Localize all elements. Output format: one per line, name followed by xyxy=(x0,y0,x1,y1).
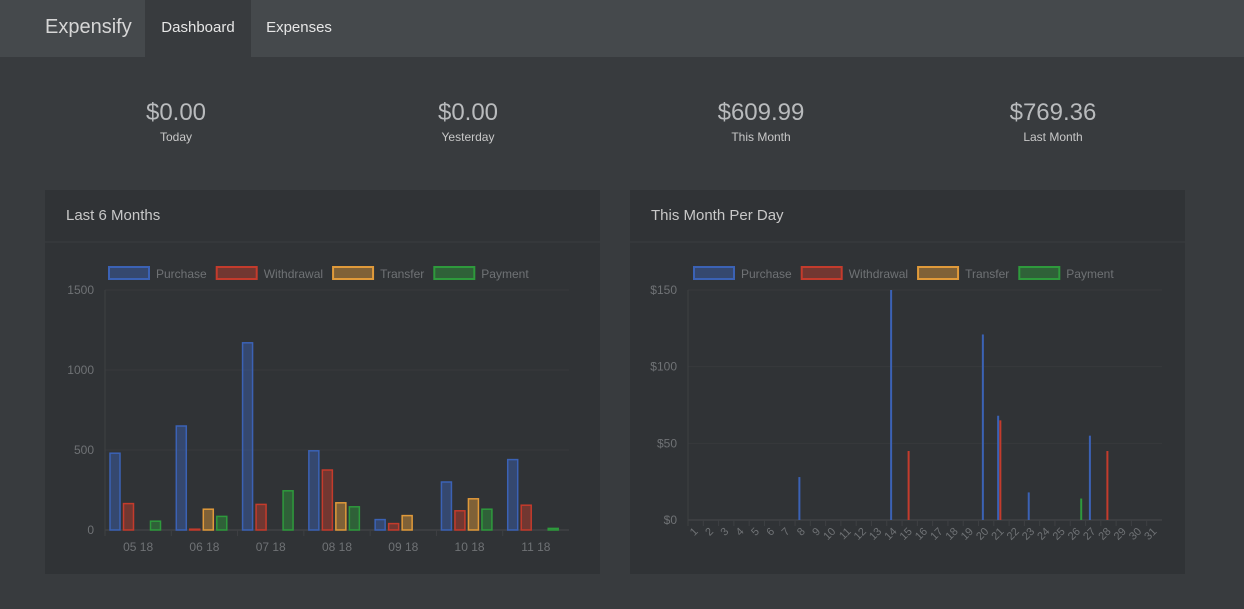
bar-withdrawal xyxy=(189,528,201,531)
bar-payment xyxy=(216,515,228,531)
panel-last-6-months: Last 6 Months Purchase Withdrawal Transfer… xyxy=(45,190,600,574)
bar-withdrawal xyxy=(122,502,135,531)
y-tick-label: $50 xyxy=(657,436,677,450)
legend-swatch-payment xyxy=(1018,266,1061,280)
stat-value: $0.00 xyxy=(145,99,207,126)
legend-swatch-payment xyxy=(433,266,476,280)
bar-purchase xyxy=(440,481,453,531)
navbar: Expensify Dashboard Expenses xyxy=(0,0,1244,57)
bar-purchase xyxy=(109,452,121,531)
stat-label: Yesterday xyxy=(441,130,495,144)
x-tick-label: 08 18 xyxy=(322,540,352,554)
x-tick-label: 11 18 xyxy=(521,540,550,554)
bar-payment xyxy=(348,506,361,531)
tab-dashboard[interactable]: Dashboard xyxy=(145,0,251,57)
stat-value: $609.99 xyxy=(717,99,805,126)
bar-payment xyxy=(149,520,162,531)
bar-purchase xyxy=(890,290,893,520)
bar-withdrawal xyxy=(454,510,466,531)
stat-label: Today xyxy=(159,130,193,144)
x-tick-label: 10 xyxy=(821,526,838,543)
bar-purchase xyxy=(997,415,1000,520)
bar-transfer xyxy=(401,514,413,531)
bar-payment xyxy=(481,508,493,531)
legend-swatch-withdrawal xyxy=(215,266,258,280)
legend-label-transfer: Transfer xyxy=(380,267,424,281)
x-tick-label: 6 xyxy=(764,526,777,539)
x-tick-label: 07 18 xyxy=(256,540,286,554)
x-tick-label: 09 18 xyxy=(388,540,418,554)
bar-withdrawal xyxy=(907,451,910,520)
bar-payment xyxy=(282,490,294,531)
stat-this-month: $609.99 This Month xyxy=(651,97,871,144)
stat-yesterday: $0.00 Yesterday xyxy=(358,97,578,144)
x-tick-label: 3 xyxy=(719,526,732,539)
bar-withdrawal xyxy=(321,469,334,531)
legend-swatch-withdrawal xyxy=(800,266,843,280)
bar-purchase xyxy=(374,518,386,531)
x-tick-label: 7 xyxy=(780,526,793,539)
bar-purchase xyxy=(798,477,801,520)
stat-today: $0.00 Today xyxy=(66,97,286,144)
stat-last-month: $769.36 Last Month xyxy=(943,97,1163,144)
stat-label: This Month xyxy=(731,130,791,144)
y-tick-label: $0 xyxy=(664,513,678,527)
x-tick-label: 2 xyxy=(703,526,716,539)
bar-purchase xyxy=(241,342,254,531)
x-tick-label: 31 xyxy=(1142,526,1159,543)
x-tick-label: 5 xyxy=(749,526,762,539)
x-tick-label: 06 18 xyxy=(189,540,219,554)
y-tick-label: 1000 xyxy=(67,363,94,377)
bar-purchase xyxy=(1088,435,1091,520)
bar-purchase xyxy=(506,458,519,531)
panel-this-month-per-day: This Month Per Day Purchase Withdrawal Tra… xyxy=(630,190,1185,574)
legend-label-purchase: Purchase xyxy=(741,267,792,281)
bar-withdrawal xyxy=(1106,451,1109,520)
legend-label-purchase: Purchase xyxy=(156,267,207,281)
bar-withdrawal xyxy=(999,420,1002,520)
stat-value: $0.00 xyxy=(437,99,499,126)
x-tick-label: 4 xyxy=(734,526,747,539)
chart-last-6-months: Purchase Withdrawal Transfer Payment 0 500 100… xyxy=(67,266,569,554)
legend-label-payment: Payment xyxy=(481,267,529,281)
legend-label-transfer: Transfer xyxy=(965,267,1009,281)
bar-purchase xyxy=(175,425,188,531)
legend-label-withdrawal: Withdrawal xyxy=(264,267,323,281)
x-tick-label: 1 xyxy=(688,526,701,539)
chart-this-month-per-day: Purchase Withdrawal Transfer Payment $0 $50 $1… xyxy=(650,266,1162,543)
legend-swatch-purchase xyxy=(693,266,735,280)
stat-value: $769.36 xyxy=(1009,99,1097,126)
bar-withdrawal xyxy=(255,503,267,531)
bar-transfer xyxy=(467,498,480,531)
bar-transfer xyxy=(335,502,347,531)
legend-swatch-transfer xyxy=(917,266,960,280)
brand-logo[interactable]: Expensify xyxy=(45,0,132,57)
x-tick-label: 9 xyxy=(810,526,823,539)
bar-purchase xyxy=(1027,492,1030,520)
x-tick-label: 10 18 xyxy=(455,540,485,554)
legend-label-payment: Payment xyxy=(1066,267,1114,281)
bar-purchase xyxy=(308,450,320,531)
x-tick-label: 05 18 xyxy=(123,540,153,554)
tab-expenses[interactable]: Expenses xyxy=(251,0,347,57)
y-tick-label: $100 xyxy=(650,360,677,374)
bar-payment xyxy=(1080,498,1083,520)
legend-swatch-transfer xyxy=(332,266,375,280)
x-tick-label: 8 xyxy=(795,526,808,539)
bar-transfer xyxy=(202,508,215,531)
legend-swatch-purchase xyxy=(108,266,150,280)
legend-label-withdrawal: Withdrawal xyxy=(849,267,908,281)
bar-payment xyxy=(547,527,559,531)
y-tick-label: $150 xyxy=(650,283,677,297)
y-tick-label: 500 xyxy=(74,443,94,457)
bar-withdrawal xyxy=(387,522,400,531)
y-tick-label: 1500 xyxy=(67,283,94,297)
bar-purchase xyxy=(981,334,984,520)
y-tick-label: 0 xyxy=(87,523,94,537)
stat-label: Last Month xyxy=(1023,130,1083,144)
bar-withdrawal xyxy=(520,504,532,531)
